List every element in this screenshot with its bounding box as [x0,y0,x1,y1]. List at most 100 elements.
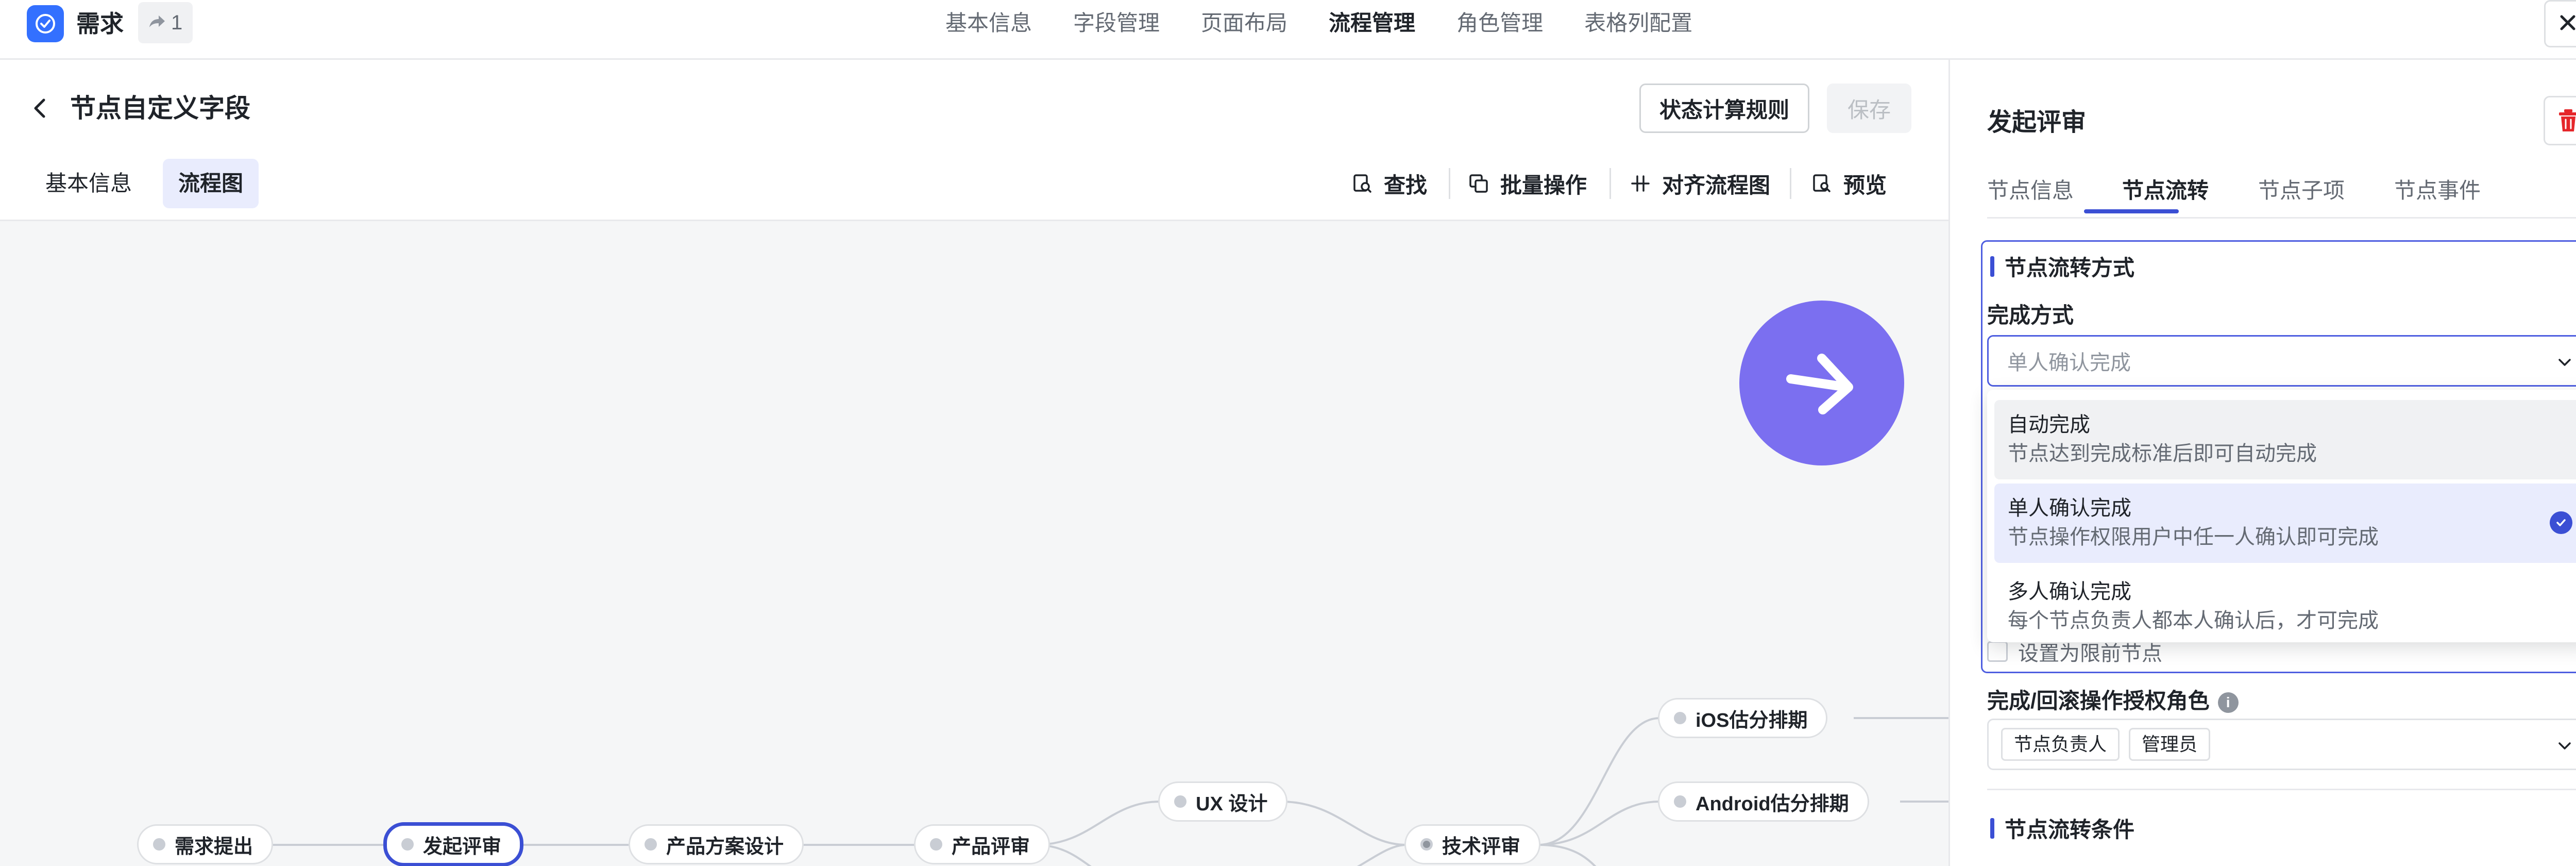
node-label: UX 设计 [1196,793,1268,815]
option-desc: 节点达到完成标准后即可自动完成 [2008,442,2317,465]
toolbar-divider [1790,168,1791,199]
node-label: 发起评审 [423,836,502,858]
find-tool-button[interactable]: 查找 [1352,164,1427,203]
page-title: 节点自定义字段 [70,94,250,123]
auth-roles-label: 完成/回滚操作授权角色 i [1987,684,2239,715]
find-icon [1353,174,1371,193]
tab-node-events[interactable]: 节点事件 [2394,174,2481,207]
delete-node-button[interactable] [2544,96,2576,145]
section-heading-text: 节点流转条件 [2005,818,2135,842]
tab-node-info[interactable]: 节点信息 [1987,174,2074,207]
option-auto-complete[interactable]: 自动完成 节点达到完成标准后即可自动完成 [1994,400,2576,479]
section-accent-bar [1990,256,1994,277]
flow-edges [256,717,1948,866]
auth-roles-select[interactable]: 节点负责人 管理员 [1987,719,2576,770]
next-step-fab[interactable] [1739,301,1904,465]
node-settings-panel: 发起评审 节点信息 节点流转 节点子项 节点事件 节点流转方式 完成方式 单人确… [1948,60,2576,866]
flow-node[interactable]: UX 设计 [1158,781,1288,822]
role-chip[interactable]: 管理员 [2129,728,2211,761]
check-icon [2550,511,2572,534]
share-count: 1 [171,11,183,34]
trash-icon [2559,109,2576,131]
back-arrow-icon[interactable] [29,96,49,121]
role-chip[interactable]: 节点负责人 [2001,728,2120,761]
active-tab-indicator [2084,209,2179,213]
save-button[interactable]: 保存 [1827,84,1911,133]
flow-node[interactable]: 需求提出 [137,824,274,864]
nav-tab-role-management[interactable]: 角色管理 [1456,4,1543,42]
app-name: 需求 [76,10,124,37]
preview-label: 预览 [1843,173,1887,197]
option-single-confirm[interactable]: 单人确认完成 节点操作权限用户中任一人确认即可完成 [1994,484,2576,563]
nav-tab-page-layout[interactable]: 页面布局 [1201,4,1287,42]
close-button[interactable] [2544,0,2576,47]
chevron-down-icon [2558,742,2571,750]
subtab-basic-info[interactable]: 基本信息 [30,159,147,208]
toolbar-divider [1609,168,1611,199]
nav-tab-table-columns[interactable]: 表格列配置 [1584,4,1692,42]
completion-method-dropdown: 自动完成 节点达到完成标准后即可自动完成 单人确认完成 节点操作权限用户中任一人… [1987,390,2576,642]
batch-operation-button[interactable]: 批量操作 [1468,164,1587,203]
batch-label: 批量操作 [1500,173,1587,197]
find-label: 查找 [1384,173,1428,197]
info-icon[interactable]: i [2217,692,2239,713]
subtab-flowchart[interactable]: 流程图 [163,159,259,208]
option-title: 单人确认完成 [2008,497,2131,520]
option-desc: 节点操作权限用户中任一人确认即可完成 [2008,526,2379,548]
node-label: 技术评审 [1442,836,1521,858]
flow-node[interactable]: 产品方案设计 [629,824,804,864]
option-title: 自动完成 [2008,413,2090,436]
node-status-dot [153,838,165,851]
flow-node[interactable]: iOS估分排期 [1658,698,1828,738]
node-label: 需求提出 [175,836,253,858]
node-status-dot [1674,795,1686,808]
option-title: 多人确认完成 [2008,580,2131,603]
app-logo-icon [27,5,64,42]
node-status-dot [401,838,414,851]
node-label: iOS估分排期 [1696,709,1808,731]
section-heading: 节点流转方式 [1990,251,2134,282]
node-label: Android估分排期 [1696,793,1849,815]
preview-button[interactable]: 预览 [1811,164,1887,203]
node-status-dot [1674,712,1686,724]
select-value: 单人确认完成 [2007,352,2131,374]
top-bar: 需求 1 基本信息 字段管理 页面布局 流程管理 角色管理 表格列配置 [0,0,2576,60]
tab-node-flow[interactable]: 节点流转 [2122,174,2209,207]
nav-tab-workflow[interactable]: 流程管理 [1329,4,1415,42]
close-icon [2557,12,2576,36]
completion-method-select[interactable]: 单人确认完成 [1987,335,2576,387]
chevron-down-icon [2558,359,2571,366]
node-status-dot [1174,795,1187,808]
preview-icon [1813,174,1831,192]
flow-node[interactable]: 产品评审 [914,824,1050,864]
flowchart-canvas[interactable]: 需求提出 发起评审 产品方案设计 产品评审 UX 设计 技术评审 iOS估分排期… [0,220,1948,866]
node-label: 产品评审 [952,836,1030,858]
arrow-right-icon [1786,354,1853,414]
section-accent-bar [1990,818,1994,839]
flow-node[interactable]: 技术评审 [1404,824,1541,864]
panel-title: 发起评审 [1987,109,2087,136]
share-icon [148,11,166,35]
main-nav: 基本信息 字段管理 页面布局 流程管理 角色管理 表格列配置 [945,4,1692,42]
auth-roles-label-text: 完成/回滚操作授权角色 [1987,689,2210,713]
node-status-dot [645,838,657,851]
flow-node-selected[interactable]: 发起评审 [383,822,524,866]
nav-tab-field-management[interactable]: 字段管理 [1073,4,1160,42]
state-rules-button[interactable]: 状态计算规则 [1639,84,1809,133]
panel-tabs: 节点信息 节点流转 节点子项 节点事件 [1987,167,2576,219]
tab-node-subitems[interactable]: 节点子项 [2258,174,2345,207]
copy-icon [1469,174,1488,193]
section-divider [1987,789,2576,790]
flow-node[interactable]: Android估分排期 [1658,781,1869,822]
share-count-badge[interactable]: 1 [138,2,193,43]
node-status-dot [930,838,942,851]
nav-tab-basic-info[interactable]: 基本信息 [945,4,1032,42]
align-flowchart-button[interactable]: 对齐流程图 [1630,164,1770,203]
node-status-dot [1420,838,1433,851]
section-heading: 节点流转条件 [1990,812,2134,844]
option-multi-confirm[interactable]: 多人确认完成 每个节点负责人都本人确认后，才可完成 [1994,567,2576,646]
align-label: 对齐流程图 [1662,173,1771,197]
section-heading-text: 节点流转方式 [2005,256,2135,280]
node-label: 产品方案设计 [666,836,784,858]
align-icon [1631,175,1650,192]
